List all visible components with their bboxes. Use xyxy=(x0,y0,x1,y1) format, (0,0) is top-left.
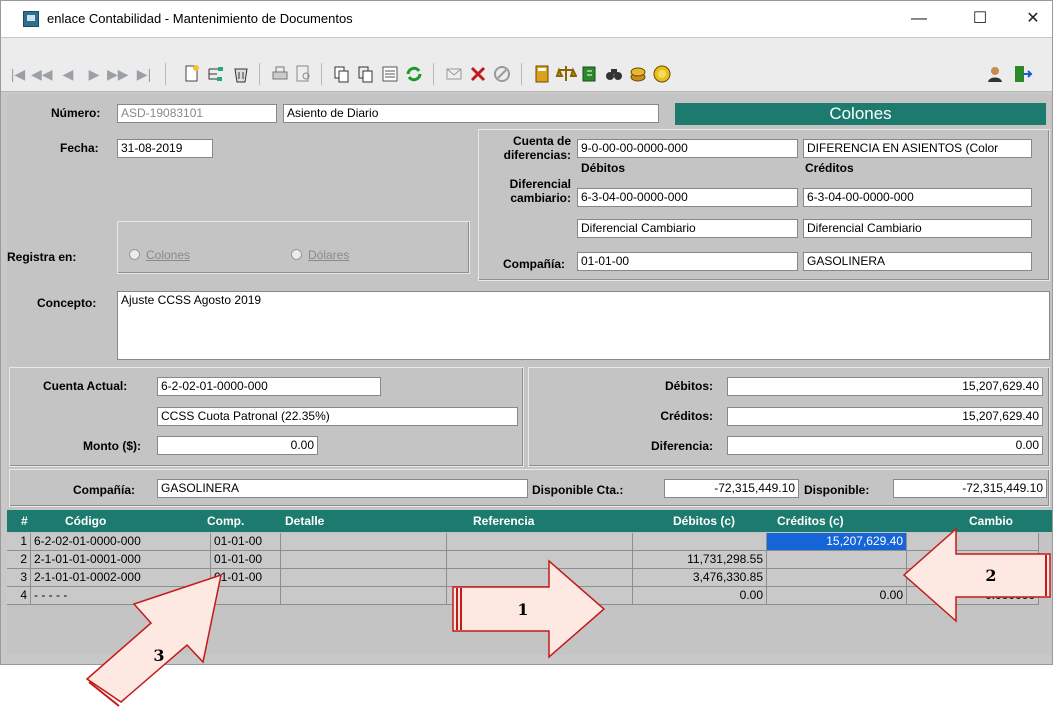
svg-text:2: 2 xyxy=(985,566,996,585)
svg-text:1: 1 xyxy=(517,600,528,619)
annotation-arrow-1: 1 xyxy=(452,559,606,659)
annotation-arrow-2: 2 xyxy=(902,527,1051,623)
annotation-arrow-3: 3 xyxy=(85,573,222,707)
annotation-overlay: 1 2 3 xyxy=(85,527,1051,707)
app-window: enlace Contabilidad - Mantenimiento de D… xyxy=(0,0,1053,707)
svg-text:3: 3 xyxy=(153,646,164,665)
